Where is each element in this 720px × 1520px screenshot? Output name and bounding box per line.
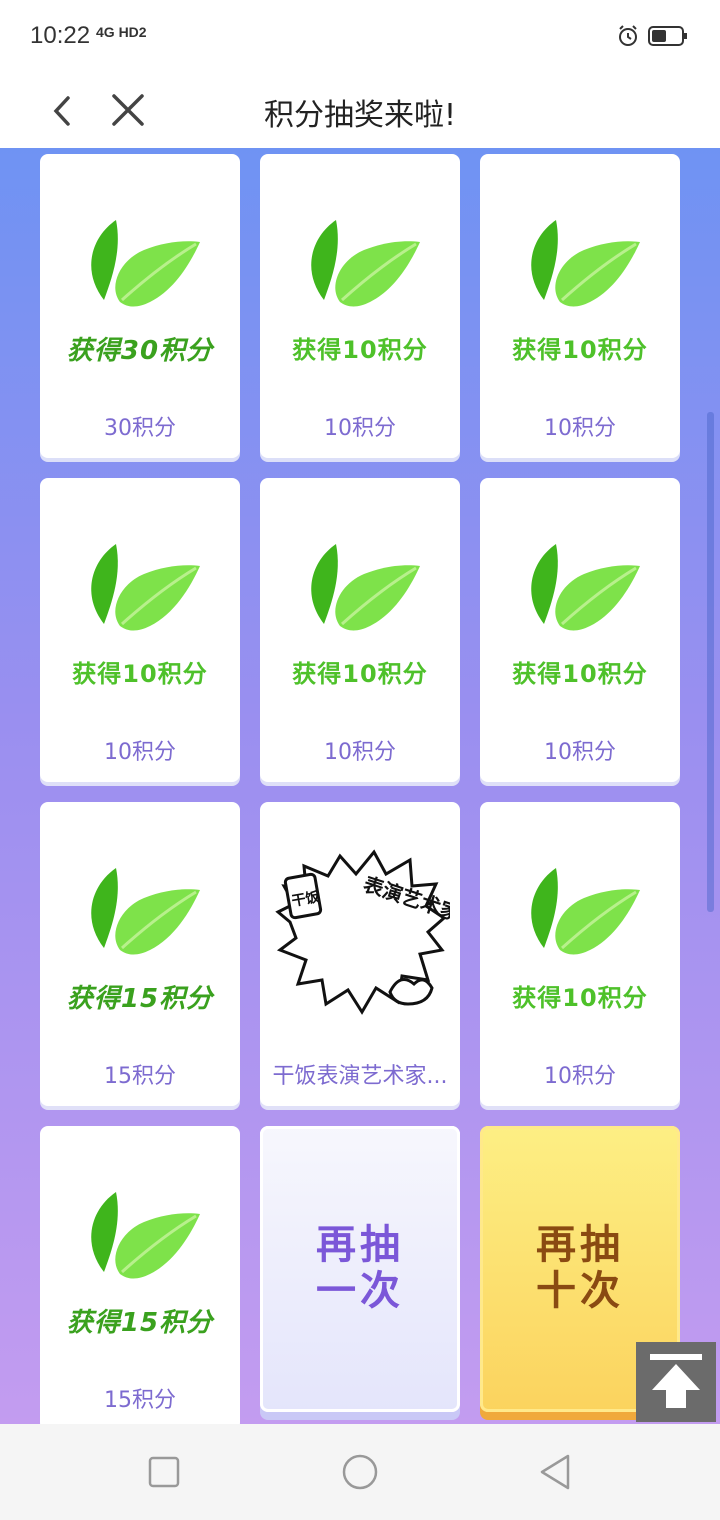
header-bar: 积分抽奖来啦! — [0, 72, 720, 149]
leaf-icon — [309, 542, 422, 632]
status-bar: 10:22 4G HD2 — [0, 0, 720, 72]
prize-label: 干饭表演艺术家... — [272, 1064, 448, 1089]
prize-card-15[interactable]: 获得15积分 15积分 — [40, 802, 240, 1106]
prize-card-10[interactable]: 获得10积分 10积分 — [480, 478, 680, 782]
prize-card-10[interactable]: 获得10积分 10积分 — [260, 478, 460, 782]
page-title: 积分抽奖来啦! — [263, 98, 457, 133]
leaf-icon — [89, 866, 202, 956]
prize-grid: 获得30积分 30积分 获得10积分 10积分 获得10积分 10积分 获得10… — [40, 154, 680, 1424]
prize-label: 10积分 — [324, 416, 396, 441]
back-icon[interactable] — [536, 1452, 576, 1492]
prize-label: 10积分 — [324, 740, 396, 765]
scrollbar[interactable] — [707, 412, 714, 912]
status-time: 10:22 — [30, 22, 91, 49]
leaf-icon — [89, 1190, 202, 1280]
arrow-up-icon — [650, 1354, 702, 1408]
draw-once-label: 再抽 一次 — [316, 1222, 404, 1314]
home-icon[interactable] — [340, 1452, 380, 1492]
prize-label: 15积分 — [104, 1064, 176, 1089]
back-to-top-button[interactable] — [636, 1342, 716, 1422]
draw-ten-label: 再抽 十次 — [536, 1222, 624, 1314]
prize-caption: 获得10积分 — [72, 660, 208, 688]
prize-caption: 获得30积分 — [66, 336, 214, 366]
lottery-panel: 获得30积分 30积分 获得10积分 10积分 获得10积分 10积分 获得10… — [0, 148, 720, 1424]
comic-burst-image: 表演艺术家 干饭 — [275, 849, 450, 1015]
prize-card-10[interactable]: 获得10积分 10积分 — [480, 154, 680, 458]
system-navigation-bar — [0, 1424, 720, 1520]
prize-label: 10积分 — [544, 740, 616, 765]
prize-card-badge[interactable]: 表演艺术家 干饭 干饭表演艺术家... — [260, 802, 460, 1106]
prize-card-30[interactable]: 获得30积分 30积分 — [40, 154, 240, 458]
alarm-icon — [619, 25, 637, 46]
prize-label: 30积分 — [104, 416, 176, 441]
leaf-icon — [309, 218, 422, 308]
prize-caption: 获得10积分 — [512, 660, 648, 688]
prize-card-15[interactable]: 获得15积分 15积分 — [40, 1126, 240, 1424]
network-indicator: 4G HD2 — [96, 24, 147, 40]
prize-card-10[interactable]: 获得10积分 10积分 — [40, 478, 240, 782]
prize-label: 10积分 — [104, 740, 176, 765]
leaf-icon — [89, 218, 202, 308]
battery-icon — [648, 26, 687, 46]
leaf-icon — [89, 542, 202, 632]
prize-label: 15积分 — [104, 1388, 176, 1413]
prize-label: 10积分 — [544, 416, 616, 441]
prize-card-10[interactable]: 获得10积分 10积分 — [260, 154, 460, 458]
prize-card-10[interactable]: 获得10积分 10积分 — [480, 802, 680, 1106]
prize-caption: 获得15积分 — [66, 1308, 214, 1338]
recent-apps-icon[interactable] — [144, 1452, 184, 1492]
leaf-icon — [529, 542, 642, 632]
prize-caption: 获得15积分 — [66, 984, 214, 1014]
prize-label: 10积分 — [544, 1064, 616, 1089]
prize-caption: 获得10积分 — [292, 660, 428, 688]
prize-caption: 获得10积分 — [512, 984, 648, 1012]
draw-once-button[interactable]: 再抽 一次 — [260, 1126, 460, 1412]
prize-caption: 获得10积分 — [292, 336, 428, 364]
leaf-icon — [529, 218, 642, 308]
leaf-icon — [529, 866, 642, 956]
prize-caption: 获得10积分 — [512, 336, 648, 364]
